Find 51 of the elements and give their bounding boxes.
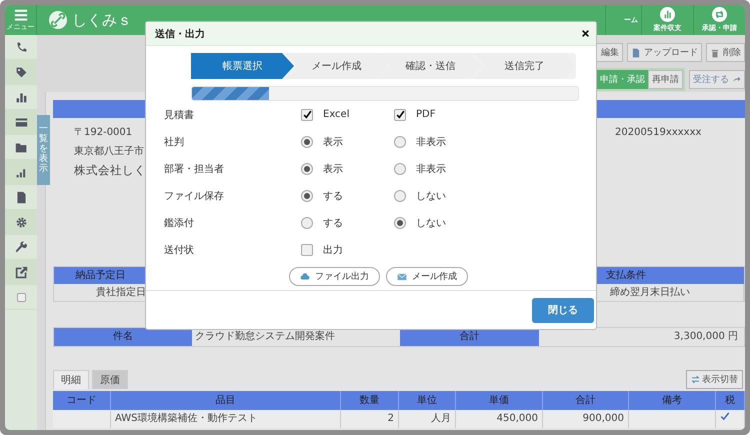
table-header: 件名 <box>54 328 192 346</box>
field-label: ファイル保存 <box>164 190 225 202</box>
document-number: 20200519xxxxxx <box>615 126 702 140</box>
option-label: PDF <box>416 109 436 120</box>
field-label: 送付状 <box>164 244 195 256</box>
field-label: 鑑添付 <box>164 216 195 230</box>
option-label: Excel <box>323 109 350 120</box>
table-cell: 人月 <box>399 410 456 428</box>
reapply-button[interactable]: 再申請 <box>648 70 683 89</box>
option-label: 表示 <box>323 162 343 176</box>
option-label: 非表示 <box>416 136 446 148</box>
column-header: 数量 <box>341 391 399 410</box>
toolbar-button[interactable]: アップロード <box>627 43 702 62</box>
action-button[interactable]: ファイル出力 <box>289 267 380 286</box>
app-title: しくみｓ <box>72 10 132 30</box>
column-header: 備考 <box>629 391 716 410</box>
table-cell: 900,000 <box>543 410 629 428</box>
option-label: する <box>323 190 343 202</box>
tab[interactable]: 原価 <box>92 370 128 389</box>
field-label: 部署・担当者 <box>164 162 225 176</box>
column-header: 単位 <box>399 391 456 410</box>
table-cell: 2 <box>341 410 399 428</box>
option-label: する <box>323 216 343 230</box>
action-button[interactable]: メール作成 <box>386 267 468 286</box>
option-label: しない <box>416 190 446 202</box>
address: 東京都八王子市 <box>74 144 145 158</box>
table-cell-text: 3,300,000 円 <box>672 330 739 344</box>
option-label: 出力 <box>323 244 343 256</box>
column-header: コード <box>53 391 111 410</box>
column-header: 単価 <box>456 391 543 410</box>
postal-code: 〒192-0001 <box>74 126 134 139</box>
table-header: 納品予定日 <box>54 267 147 284</box>
table-cell: AWS環境構築補佐・動作テスト <box>111 410 341 428</box>
field-label: 見積書 <box>164 108 195 122</box>
column-header: 合計 <box>543 391 629 410</box>
toggle-view-button[interactable]: 表示切替 <box>686 370 743 389</box>
table-cell-text: クラウド勤怠システム開発案件 <box>194 330 336 344</box>
dialog-title: 送信・出力 <box>155 28 205 40</box>
close-button[interactable]: 閉じる <box>532 298 594 322</box>
option-label: しない <box>416 216 446 230</box>
field-label: 社判 <box>164 136 185 148</box>
column-header: 品目 <box>111 391 341 410</box>
option-label: 表示 <box>323 136 343 148</box>
tab[interactable]: 明細 <box>53 370 89 389</box>
company-name: 株式会社しく <box>74 163 146 178</box>
step: 帳票選択 <box>191 53 294 79</box>
column-header: 税 <box>716 391 745 410</box>
status-label: 申請・承認 <box>597 70 648 89</box>
toolbar-button[interactable]: 削除 <box>706 43 745 62</box>
option-label: 非表示 <box>416 162 446 176</box>
table-cell: 450,000 <box>456 410 543 428</box>
